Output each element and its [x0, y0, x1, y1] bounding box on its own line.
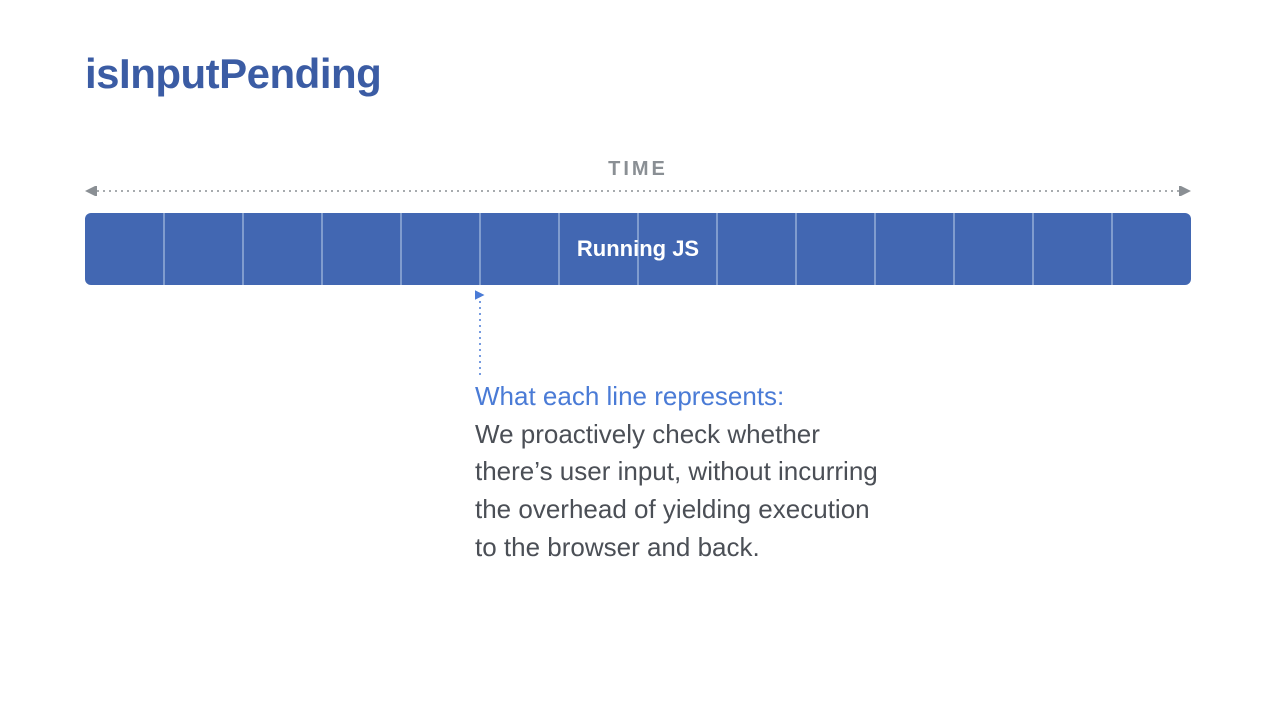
callout-text: What each line represents: We proactivel… — [475, 378, 895, 566]
callout-pointer-line — [475, 289, 485, 375]
bar-label: Running JS — [85, 213, 1191, 285]
timeline-bar-container: Running JS — [85, 213, 1191, 285]
callout-body: We proactively check whether there’s use… — [475, 416, 895, 567]
callout-heading: What each line represents: — [475, 378, 895, 416]
time-axis-label: TIME — [85, 158, 1191, 181]
time-axis — [85, 186, 1191, 196]
running-js-bar: Running JS — [85, 213, 1191, 285]
slide: isInputPending TIME Running JS — [0, 0, 1276, 717]
slide-title: isInputPending — [85, 50, 1191, 98]
